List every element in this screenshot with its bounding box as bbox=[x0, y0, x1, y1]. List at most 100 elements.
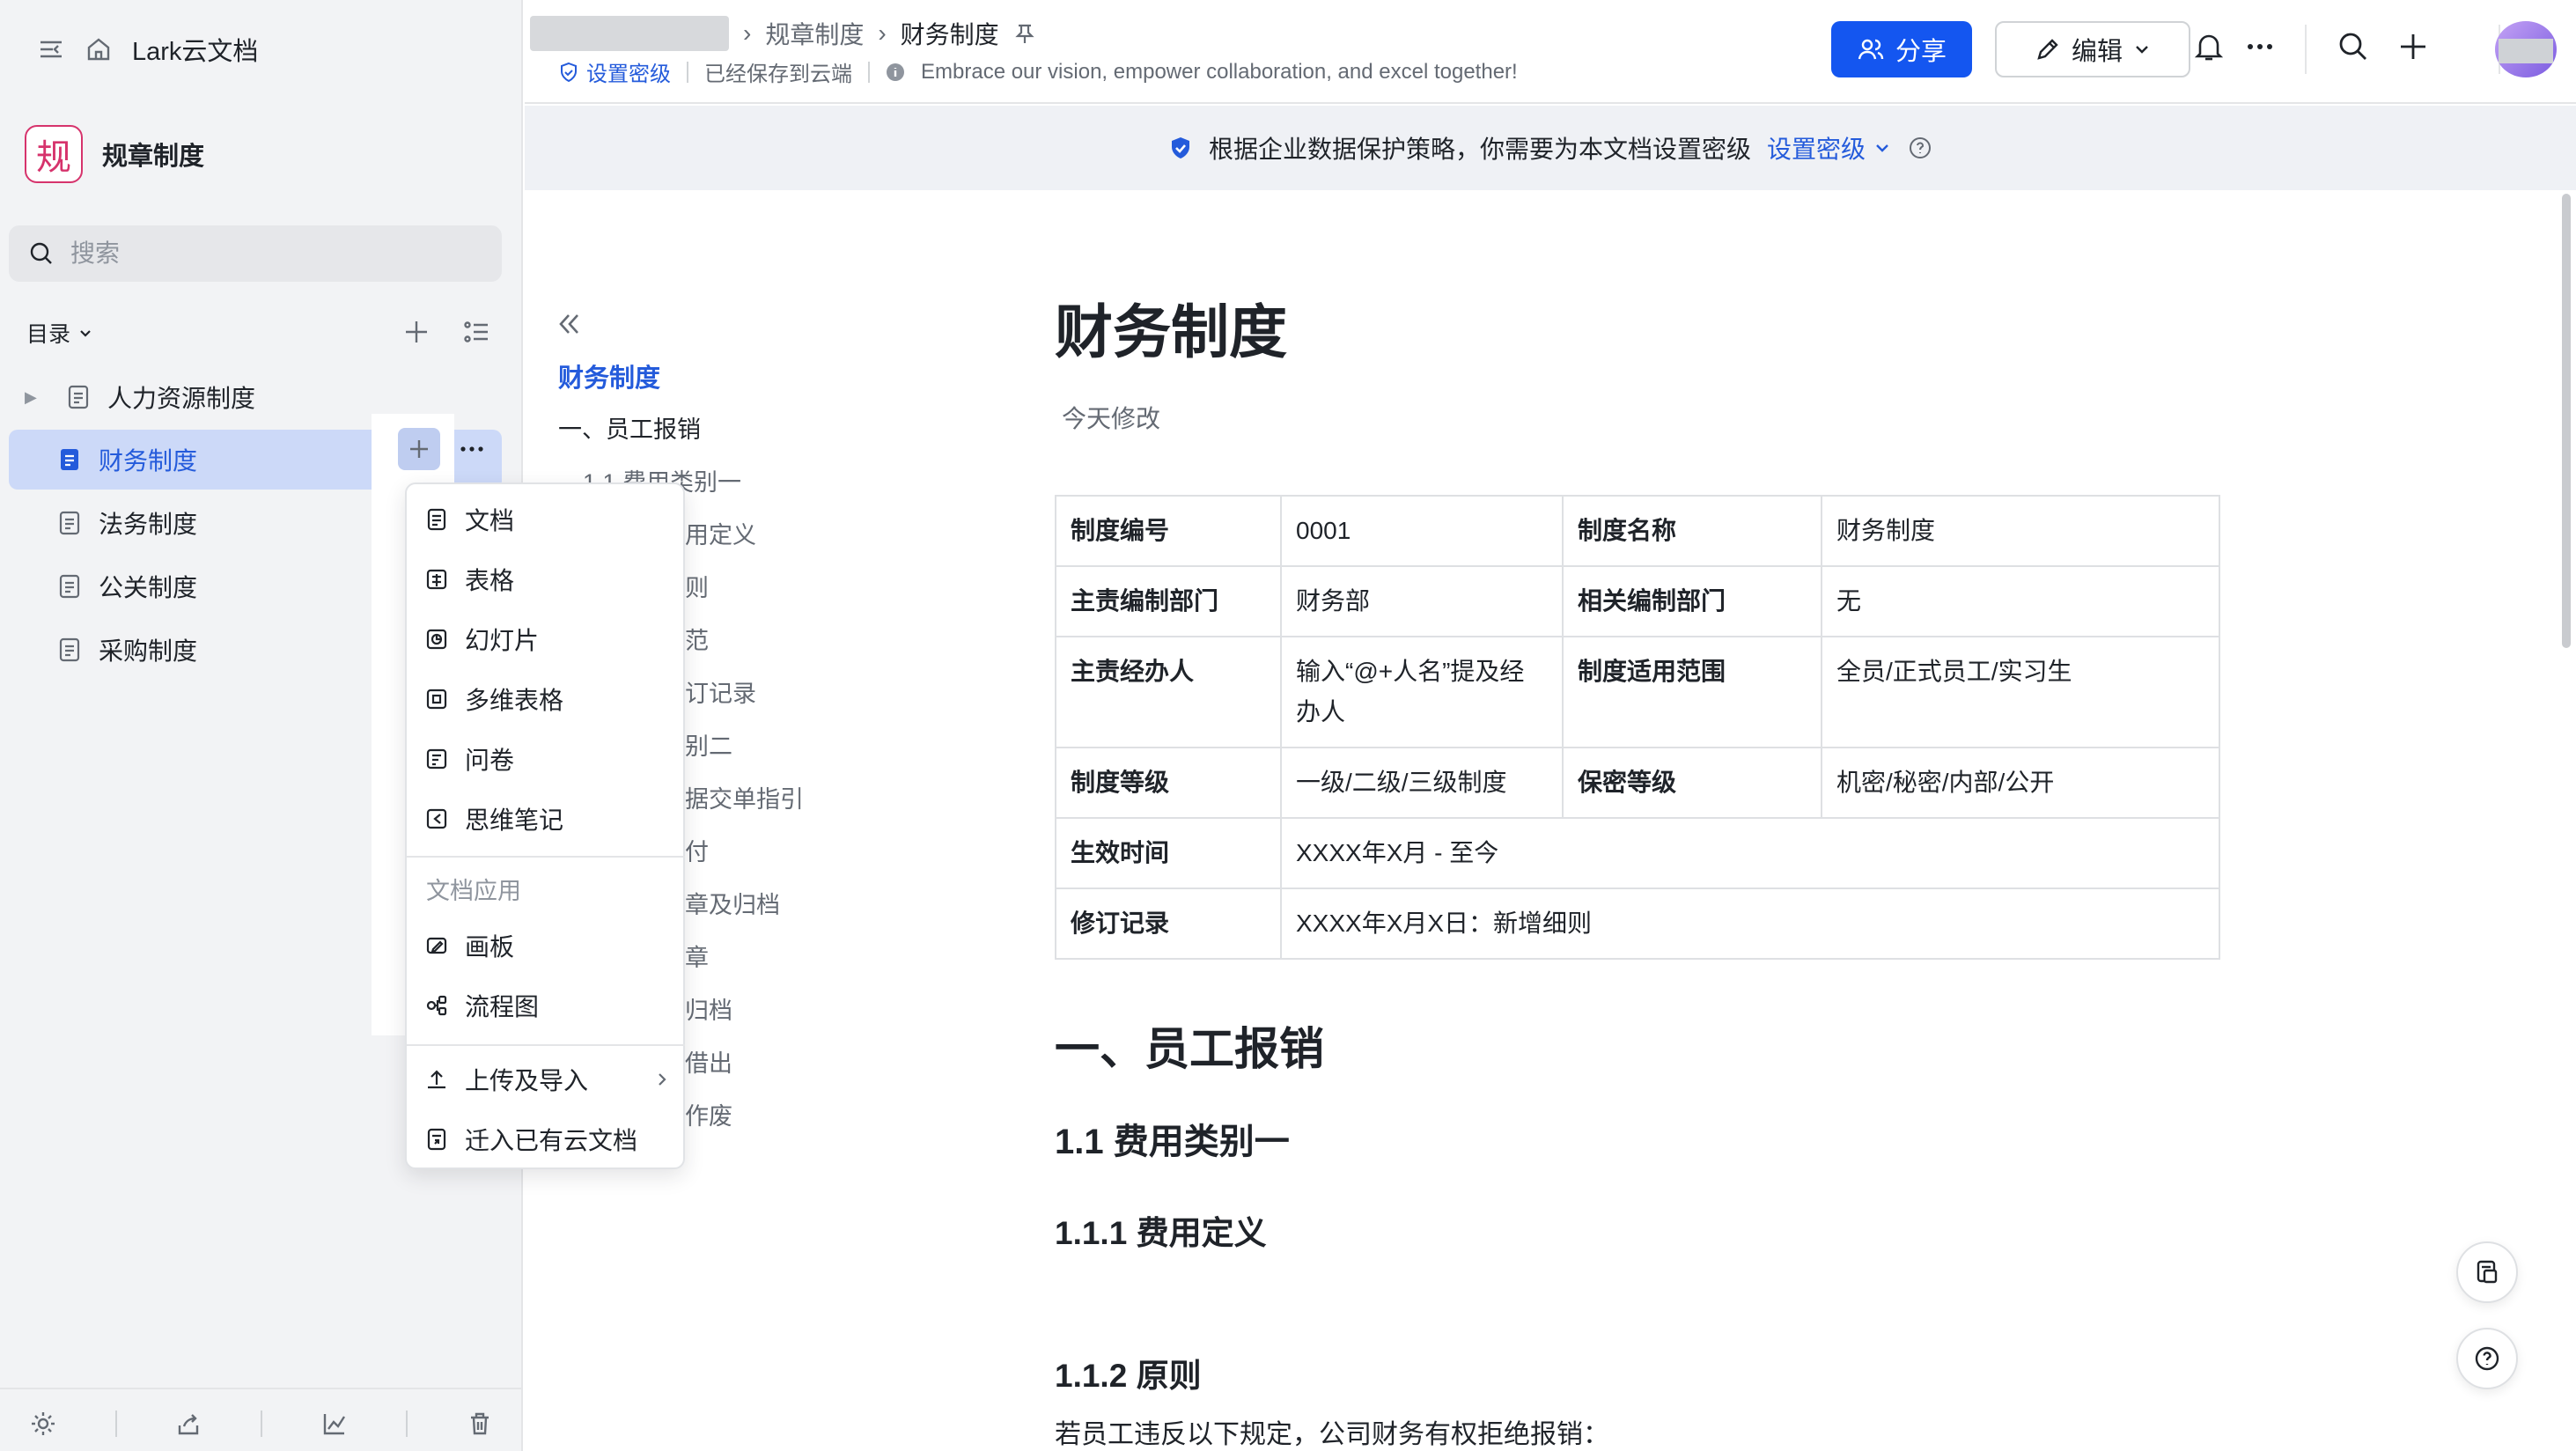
pin-icon[interactable] bbox=[1013, 22, 1036, 45]
divider bbox=[687, 61, 688, 83]
menu-item-form[interactable]: 问卷 bbox=[424, 733, 671, 785]
menu-item-doc[interactable]: 文档 bbox=[424, 493, 671, 546]
menu-item-label: 画板 bbox=[465, 933, 515, 961]
menu-item-migrate-docs[interactable]: 迁入已有云文档 bbox=[424, 1113, 671, 1166]
toc-header[interactable]: 目录 bbox=[26, 317, 93, 349]
table-cell[interactable]: 制度名称 bbox=[1562, 495, 1822, 567]
table-cell[interactable]: 输入“@+人名”提及经办人 bbox=[1280, 636, 1564, 748]
table-cell[interactable]: 制度编号 bbox=[1055, 495, 1282, 567]
outline-item[interactable]: 据交单指引 bbox=[685, 780, 804, 814]
edit-mode-button[interactable]: 编辑 bbox=[1995, 21, 2190, 77]
security-level-link[interactable]: 设置密级 bbox=[558, 56, 671, 87]
modified-time: 今天修改 bbox=[1062, 405, 1161, 432]
security-banner: 根据企业数据保护策略，你需要为本文档设置密级 设置密级 bbox=[525, 106, 2576, 190]
table-cell[interactable]: 生效时间 bbox=[1055, 817, 1282, 889]
menu-item-base[interactable]: 多维表格 bbox=[424, 673, 671, 726]
menu-item-slides[interactable]: 幻灯片 bbox=[424, 613, 671, 666]
menu-item-flowchart[interactable]: 流程图 bbox=[424, 979, 671, 1032]
table-cell[interactable]: XXXX年X月 - 至今 bbox=[1280, 817, 2220, 889]
table-cell[interactable]: 无 bbox=[1821, 565, 2220, 637]
table-cell[interactable]: 一级/二级/三级制度 bbox=[1280, 747, 1564, 819]
outline-item[interactable]: 归档 bbox=[685, 991, 732, 1026]
chevron-down-icon bbox=[1876, 144, 1888, 152]
menu-divider bbox=[407, 856, 685, 858]
breadcrumb-current[interactable]: 财务制度 bbox=[901, 16, 999, 51]
outline-item[interactable]: 一、员工报销 bbox=[558, 410, 701, 445]
paragraph[interactable]: 若员工违反以下规定，公司财务有权拒绝报销： bbox=[1055, 1412, 1609, 1451]
create-plus-icon[interactable] bbox=[2396, 30, 2430, 63]
analytics-chart-icon[interactable] bbox=[320, 1410, 349, 1438]
more-options-icon[interactable] bbox=[2243, 30, 2277, 63]
help-icon[interactable] bbox=[1908, 136, 1932, 160]
outline-item[interactable]: 章及归档 bbox=[685, 886, 780, 920]
table-cell[interactable]: XXXX年X月X日：新增细则 bbox=[1280, 888, 2220, 960]
save-status: 已经保存到云端 bbox=[704, 63, 852, 86]
item-more-button[interactable] bbox=[453, 428, 491, 470]
outline-item[interactable]: 付 bbox=[685, 833, 709, 867]
menu-item-label: 流程图 bbox=[465, 993, 540, 1020]
expand-arrow-icon[interactable]: ▶ bbox=[25, 388, 49, 407]
document-title[interactable]: 财务制度 bbox=[1055, 285, 1287, 370]
upload-icon bbox=[424, 1067, 449, 1092]
mindnote-icon bbox=[424, 807, 449, 831]
table-cell[interactable]: 相关编制部门 bbox=[1562, 565, 1822, 637]
heading-3[interactable]: 1.1.2 原则 bbox=[1055, 1349, 1202, 1396]
add-child-page-button[interactable] bbox=[398, 428, 440, 470]
breadcrumb-parent[interactable]: 规章制度 bbox=[765, 16, 864, 51]
menu-item-whiteboard[interactable]: 画板 bbox=[424, 919, 671, 972]
set-security-level-dropdown[interactable]: 设置密级 bbox=[1767, 130, 1892, 166]
outline-item[interactable]: 别二 bbox=[685, 727, 732, 762]
search-input[interactable] bbox=[70, 239, 458, 268]
outline-item[interactable]: 则 bbox=[685, 569, 709, 603]
add-icon[interactable] bbox=[401, 317, 431, 347]
breadcrumb-redacted[interactable] bbox=[530, 16, 729, 51]
trash-icon[interactable] bbox=[466, 1410, 494, 1438]
settings-gear-icon[interactable] bbox=[29, 1410, 57, 1438]
document-tools-button[interactable] bbox=[2456, 1241, 2518, 1303]
table-cell[interactable]: 财务制度 bbox=[1821, 495, 2220, 567]
outline-item[interactable]: 章 bbox=[685, 939, 709, 973]
search-icon[interactable] bbox=[2337, 30, 2370, 63]
user-avatar[interactable] bbox=[2495, 21, 2557, 77]
whiteboard-icon bbox=[424, 933, 449, 958]
heading-1[interactable]: 一、员工报销 bbox=[1055, 1013, 1324, 1078]
table-cell[interactable]: 主责经办人 bbox=[1055, 636, 1282, 748]
share-button[interactable]: 分享 bbox=[1831, 21, 1972, 77]
outline-item[interactable]: 财务制度 bbox=[558, 357, 660, 394]
outline-item[interactable]: 作废 bbox=[685, 1097, 732, 1131]
home-icon[interactable] bbox=[85, 35, 113, 63]
outline-item[interactable]: 订记录 bbox=[685, 674, 756, 709]
heading-3[interactable]: 1.1.1 费用定义 bbox=[1055, 1206, 1267, 1254]
help-button[interactable] bbox=[2456, 1328, 2518, 1389]
outline-item[interactable]: 用定义 bbox=[685, 516, 756, 550]
table-cell[interactable]: 机密/秘密/内部/公开 bbox=[1821, 747, 2220, 819]
add-icon bbox=[410, 440, 428, 458]
table-cell[interactable]: 保密等级 bbox=[1562, 747, 1822, 819]
notification-bell-icon[interactable] bbox=[2192, 30, 2226, 63]
list-view-icon[interactable] bbox=[461, 317, 491, 347]
sidebar-search[interactable] bbox=[9, 225, 502, 282]
menu-item-label: 迁入已有云文档 bbox=[465, 1127, 638, 1154]
menu-item-upload-import[interactable]: 上传及导入 bbox=[424, 1053, 671, 1106]
table-cell[interactable]: 主责编制部门 bbox=[1055, 565, 1282, 637]
menu-item-mindnote[interactable]: 思维笔记 bbox=[424, 792, 671, 845]
scrollbar-thumb[interactable] bbox=[2562, 194, 2571, 648]
table-cell[interactable]: 全员/正式员工/实习生 bbox=[1821, 636, 2220, 748]
table-row: 主责经办人 输入“@+人名”提及经办人 制度适用范围 全员/正式员工/实习生 bbox=[1055, 636, 2220, 748]
table-cell[interactable]: 制度等级 bbox=[1055, 747, 1282, 819]
share-export-icon[interactable] bbox=[174, 1410, 202, 1438]
table-cell[interactable]: 修订记录 bbox=[1055, 888, 1282, 960]
table-cell[interactable]: 财务部 bbox=[1280, 565, 1564, 637]
outline-item[interactable]: 借出 bbox=[685, 1044, 732, 1079]
collapse-sidebar-icon[interactable] bbox=[37, 35, 65, 63]
outline-item[interactable]: 范 bbox=[685, 622, 709, 656]
table-cell[interactable]: 0001 bbox=[1280, 495, 1564, 567]
heading-2[interactable]: 1.1 费用类别一 bbox=[1055, 1113, 1290, 1164]
app-brand[interactable]: Lark云文档 bbox=[132, 31, 258, 68]
doc-icon bbox=[424, 507, 449, 532]
space-name[interactable]: 规章制度 bbox=[102, 136, 204, 173]
table-cell[interactable]: 制度适用范围 bbox=[1562, 636, 1822, 748]
menu-item-sheet[interactable]: 表格 bbox=[424, 553, 671, 606]
chevron-right-icon: › bbox=[743, 19, 752, 47]
document-icon bbox=[56, 573, 83, 600]
